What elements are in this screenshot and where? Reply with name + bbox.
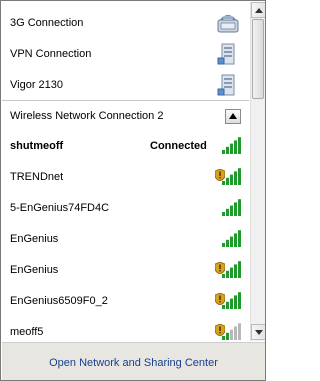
signal-bar	[222, 181, 225, 185]
wireless-section-header: Wireless Network Connection 2	[2, 100, 249, 130]
signal-bar	[226, 332, 229, 340]
network-name: meoff5	[10, 326, 44, 338]
signal-bar	[234, 202, 237, 216]
network-name: shutmeoff	[10, 140, 64, 152]
security-shield-icon	[215, 324, 225, 336]
signal-bar	[234, 295, 237, 309]
signal-bar	[238, 292, 241, 309]
wireless-network-row[interactable]: TRENDnet	[2, 163, 249, 193]
footer: Open Network and Sharing Center	[2, 342, 265, 380]
collapse-up-icon	[229, 113, 237, 119]
scroll-up-button[interactable]	[251, 2, 265, 18]
signal-bar	[222, 305, 225, 309]
signal-bar	[238, 261, 241, 278]
signal-bar	[222, 336, 225, 340]
signal-bar	[222, 274, 225, 278]
network-name: EnGenius6509F0_2	[10, 295, 108, 307]
security-shield-icon	[215, 169, 225, 181]
network-name: TRENDnet	[10, 171, 64, 183]
scrollbar[interactable]	[250, 2, 265, 341]
scroll-thumb[interactable]	[252, 19, 264, 99]
signal-bar	[230, 267, 233, 278]
signal-bar	[222, 212, 225, 216]
network-name: EnGenius	[10, 233, 59, 245]
open-network-center-link[interactable]: Open Network and Sharing Center	[2, 357, 265, 369]
wireless-network-row[interactable]: meoff5	[2, 318, 249, 341]
signal-bar	[230, 298, 233, 309]
signal-bar	[234, 233, 237, 247]
connection-list: 3G Connection VPN Connection Vigor 2130	[2, 2, 249, 341]
wireless-section-title: Wireless Network Connection 2	[10, 110, 164, 122]
signal-bar	[234, 140, 237, 154]
signal-bar	[238, 230, 241, 247]
wireless-network-row[interactable]: EnGenius	[2, 225, 249, 255]
signal-bar	[230, 174, 233, 185]
wireless-network-row[interactable]: EnGenius	[2, 256, 249, 286]
signal-bar	[226, 270, 229, 278]
wireless-network-row[interactable]: 5-EnGenius74FD4C	[2, 194, 249, 224]
signal-bar	[226, 239, 229, 247]
signal-bar	[226, 301, 229, 309]
arrow-down-icon	[255, 330, 263, 335]
wireless-network-row[interactable]: EnGenius6509F0_2	[2, 287, 249, 317]
signal-bar	[234, 171, 237, 185]
connection-label: VPN Connection	[10, 48, 92, 60]
connection-status: Connected	[150, 140, 207, 152]
signal-bar	[230, 143, 233, 154]
wireless-network-row[interactable]: shutmeoff Connected	[2, 132, 249, 162]
collapse-button[interactable]	[225, 109, 241, 124]
security-shield-icon	[215, 262, 225, 274]
signal-bar	[226, 177, 229, 185]
connection-item-vigor[interactable]: Vigor 2130	[2, 70, 249, 101]
signal-bar	[238, 323, 241, 340]
signal-strength-icon	[222, 199, 241, 216]
scroll-down-button[interactable]	[251, 324, 265, 340]
phone-modem-icon	[217, 15, 239, 33]
arrow-up-icon	[255, 8, 263, 13]
network-name: 5-EnGenius74FD4C	[10, 202, 110, 214]
signal-bar	[230, 205, 233, 216]
network-name: EnGenius	[10, 264, 59, 276]
signal-bar	[238, 199, 241, 216]
network-computer-icon	[217, 43, 235, 65]
signal-bar	[234, 326, 237, 340]
signal-bar	[230, 329, 233, 340]
signal-bar	[234, 264, 237, 278]
signal-bar	[230, 236, 233, 247]
connection-label: 3G Connection	[10, 17, 84, 29]
connection-item-3g[interactable]: 3G Connection	[2, 8, 249, 39]
signal-bar	[222, 150, 225, 154]
signal-bar	[226, 208, 229, 216]
signal-bar	[226, 146, 229, 154]
signal-bar	[238, 168, 241, 185]
connection-item-vpn[interactable]: VPN Connection	[2, 39, 249, 70]
signal-strength-icon	[222, 230, 241, 247]
network-flyout: 3G Connection VPN Connection Vigor 2130	[0, 0, 266, 381]
network-computer-icon	[217, 74, 235, 96]
signal-bar	[222, 243, 225, 247]
signal-bar	[238, 137, 241, 154]
signal-strength-icon	[222, 137, 241, 154]
security-shield-icon	[215, 293, 225, 305]
connection-label: Vigor 2130	[10, 79, 64, 91]
